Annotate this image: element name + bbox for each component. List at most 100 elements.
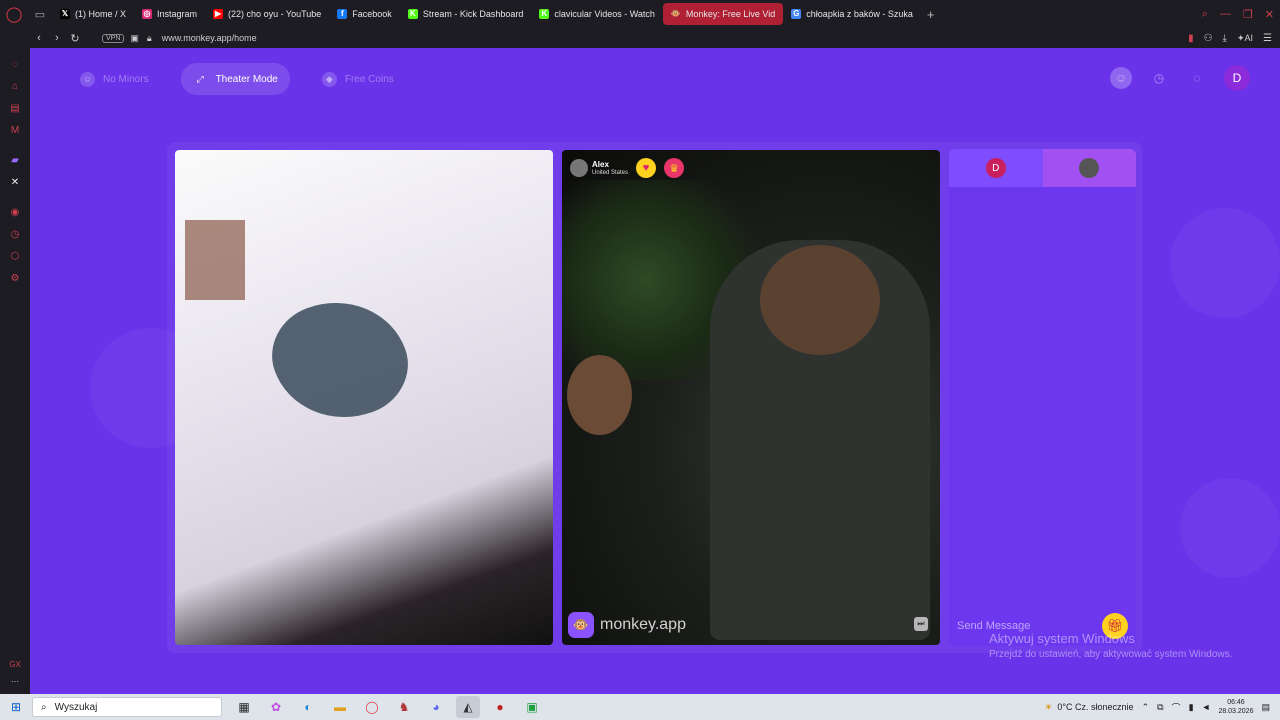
gmail-icon[interactable]: M [6,121,24,139]
brand-watermark: 🐵 monkey.app [568,612,686,638]
kick-taskbar-icon[interactable]: ▣ [520,696,544,718]
browser-tab-bar: ◯ ▭ 𝕏 (1) Home / X ◎ Instagram ▶ (22) cho oyu… [0,0,1280,28]
windows-activation-watermark: Aktywuj system Windows Przejdź do ustawi… [989,631,1232,660]
discord-icon[interactable]: ◕ [424,696,448,718]
bookmark-icon[interactable]: ▮ [1188,33,1194,44]
aria-icon[interactable]: ◌ [6,55,24,73]
lock-icon[interactable]: 🔒︎ [147,33,152,44]
browser-tab[interactable]: Gchłoapkia z baków - Szuka [783,0,921,28]
tray-app-icon[interactable]: ⧉ [1157,702,1163,713]
facebook-icon: f [337,9,348,19]
reload-button[interactable]: ↻ [66,32,84,45]
monkey-page: ☺ No Minors ⤢ Theater Mode ◆ Free Coins ☺ ◷ ◌… [30,48,1280,694]
nav-label: Theater Mode [215,73,278,85]
tab-title: Facebook [352,9,392,19]
x-sidebar-icon[interactable]: ✕ [6,173,24,191]
microphone-icon[interactable]: ▮ [1189,702,1194,713]
download-icon[interactable]: ⤓ [1223,33,1227,44]
crypto-wallet-icon[interactable]: ⌂ [6,77,24,95]
browser-tab[interactable]: 🐵 Monkey: Free Live Vid [662,3,784,25]
browser-tab[interactable]: ▶ (22) cho oyu - YouTube [205,0,329,28]
notifications-icon[interactable]: ▤ [1261,702,1270,713]
twitch-icon[interactable]: ▰ [6,151,24,169]
browser-tab[interactable]: f Facebook [329,0,400,28]
nav-no-minors[interactable]: ☺ No Minors [58,63,171,95]
obs-icon[interactable]: ◭ [456,696,480,718]
system-tray: ☀ 0°C Cz. słonecznie ⌃ ⧉ ⌒ ▮ ◄ 06:46 28.… [1044,694,1280,720]
user-avatar[interactable]: D [1224,65,1250,91]
weather-icon: ☀ [1044,701,1053,712]
weather-widget[interactable]: ☀ 0°C Cz. słonecznie [1044,702,1133,713]
copilot-icon[interactable]: ✿ [264,696,288,718]
back-button[interactable]: ‹ [30,32,48,44]
browser-tab[interactable]: Kclavicular Videos - Watch [531,0,663,28]
browser-tab[interactable]: 𝕏 (1) Home / X [52,0,134,28]
file-explorer-icon[interactable]: ▬ [328,696,352,718]
start-icon[interactable]: ⊞ [0,700,32,714]
player-icon[interactable]: ◉ [6,203,24,221]
skip-icon[interactable]: ⏭ [914,617,928,631]
monkey-logo-icon: 🐵 [568,612,594,638]
chevron-up-icon[interactable]: ⌃ [1142,702,1150,713]
messenger-icon[interactable]: ▤ [6,99,24,117]
search-tabs-icon[interactable]: ⌕ [1202,8,1208,21]
nav-theater-mode[interactable]: ⤢ Theater Mode [180,63,290,95]
heart-badge-icon[interactable]: ♥ [636,158,657,178]
game-app-icon[interactable]: ♞ [392,696,416,718]
chat-tab-peer[interactable] [1042,149,1136,187]
chat-bubble-icon[interactable]: ◌ [1186,67,1208,89]
local-video [175,150,553,645]
speaker-icon[interactable]: ◄ [1202,702,1211,712]
gx-icon[interactable]: GX [9,660,21,669]
maximize-button[interactable]: ❐ [1243,8,1253,21]
taskbar-apps: ▦ ✿ ◐ ▬ ◯ ♞ ◕ ◭ ● ▣ [232,696,544,718]
kick-icon: K [407,9,418,19]
tattoo-shape [258,281,422,439]
theater-mode-icon: ⤢ [196,73,204,84]
history-icon[interactable]: ◷ [6,225,24,243]
vpn-badge[interactable]: VPN [102,33,125,43]
opera-taskbar-icon[interactable]: ◯ [360,696,384,718]
coins-icon: ◆ [321,71,337,87]
peer-chat-avatar [1079,158,1100,178]
edge-icon[interactable]: ◐ [296,696,320,718]
tab-title: chłoapkia z baków - Szuka [806,9,913,19]
background-pattern [1180,478,1280,578]
search-icon: ⌕ [41,701,47,713]
url-field[interactable]: www.monkey.app/home [162,33,257,43]
taskbar-search[interactable]: ⌕ Wyszukaj [32,697,222,717]
task-view-icon[interactable]: ▦ [232,696,256,718]
monkey-icon: 🐵 [670,9,681,19]
settings-icon[interactable]: ⚙ [6,269,24,287]
account-icon[interactable]: ⚇ [1204,33,1213,44]
menu-icon[interactable]: ☰ [1263,33,1272,44]
more-icon[interactable]: ⋯ [11,677,19,686]
chat-tab-me[interactable]: D [949,149,1043,187]
extensions-icon[interactable]: ⬡ [6,247,24,265]
remote-person-head [760,245,880,355]
new-tab-button[interactable]: + [921,7,941,22]
profile-picture-icon[interactable]: ☺ [1110,67,1132,89]
clock[interactable]: 06:46 28.03.2026 [1218,698,1253,716]
tab-title: Stream - Kick Dashboard [422,9,524,19]
camera-icon[interactable]: ▣ [130,33,139,44]
minimize-button[interactable]: — [1220,8,1231,20]
browser-tab[interactable]: ◎ Instagram [134,0,205,28]
gift-badge-icon[interactable]: ♛ [664,158,685,178]
history-clock-icon[interactable]: ◷ [1148,67,1170,89]
peer-avatar [570,159,588,177]
browser-tab[interactable]: K Stream - Kick Dashboard [400,0,532,28]
ai-button[interactable]: ✦AI [1237,33,1253,44]
screen: ◯ ▭ 𝕏 (1) Home / X ◎ Instagram ▶ (22) cho oyu… [0,0,1280,720]
tab-islands-icon[interactable]: ▭ [28,0,52,28]
brand-name: monkey.app [600,616,686,633]
opera-logo-icon[interactable]: ◯ [0,0,28,28]
record-app-icon[interactable]: ● [488,696,512,718]
window-controls: ⌕ — ❐ ✕ [1202,0,1274,28]
forward-button[interactable]: › [48,32,66,44]
close-button[interactable]: ✕ [1265,8,1274,21]
peer-info[interactable]: Alex United States ♥ ♛ [570,158,685,178]
nav-coins[interactable]: ◆ Free Coins [300,63,416,95]
network-icon[interactable]: ⌒ [1172,701,1181,714]
browser-sidebar: ◌ ⌂ ▤ M ▰ ✕ ◉ ◷ ⬡ ⚙ GX ⋯ [0,48,30,694]
